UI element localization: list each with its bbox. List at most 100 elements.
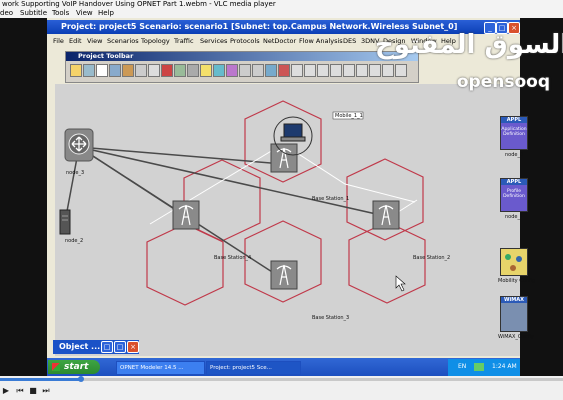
tray-network-icon[interactable] <box>474 363 484 371</box>
cell-hex-6 <box>348 221 426 304</box>
tool-21-icon[interactable] <box>330 64 342 77</box>
profile-definition-label: Profile Definition <box>503 189 525 199</box>
link-router-bs4 <box>78 146 186 217</box>
tool-22-icon[interactable] <box>343 64 355 77</box>
tool-25-icon[interactable] <box>382 64 394 77</box>
object-palette-icon[interactable] <box>109 64 121 77</box>
vlc-menu-view[interactable]: View <box>76 9 93 17</box>
base-station-icons <box>172 143 400 290</box>
mouse-cursor-icon <box>395 275 406 292</box>
wimax-config-label: WiMAX_Config <box>498 334 534 340</box>
object-panel-max-icon[interactable]: □ <box>114 341 126 353</box>
menu-file[interactable]: File <box>53 37 64 45</box>
menu-topology[interactable]: Topology <box>141 37 170 45</box>
hide-graphs-icon[interactable] <box>265 64 277 77</box>
seek-progress <box>0 378 80 381</box>
menu-services[interactable]: Services <box>200 37 227 45</box>
system-tray: EN 1:24 AM <box>448 359 520 376</box>
object-panel-bar[interactable]: Object ... □ □ × <box>53 340 139 354</box>
vlc-menu-subtitle[interactable]: Subtitle <box>20 9 47 17</box>
link-router-bs2 <box>78 146 386 217</box>
network-canvas[interactable]: node_3 node_2 Base Station_1 Base Statio… <box>55 84 535 356</box>
menu-flow-analysis[interactable]: Flow Analysis <box>299 37 343 45</box>
fail-node-icon[interactable] <box>135 64 147 77</box>
router-node <box>64 128 94 162</box>
vlc-window-title: work Supporting VoIP Handover Using OPNE… <box>0 0 563 8</box>
configure-des-icon[interactable] <box>239 64 251 77</box>
project-toolbar-title-bar: Project Toolbar <box>66 52 418 61</box>
vlc-menu-tools[interactable]: Tools <box>52 9 69 17</box>
topology-drawing <box>59 100 426 306</box>
tool-18-icon[interactable] <box>291 64 303 77</box>
opensooq-watermark-latin: opensooq <box>456 72 550 92</box>
view-results-icon[interactable] <box>252 64 264 77</box>
node-0-label: node_0 <box>505 152 524 158</box>
object-panel-restore-icon[interactable]: □ <box>101 341 113 353</box>
recover-node-icon[interactable] <box>148 64 160 77</box>
menu-protocols[interactable]: Protocols <box>230 37 260 45</box>
seek-handle[interactable] <box>78 376 84 382</box>
mobility-config-object[interactable] <box>500 248 528 276</box>
taskbar-project-label: Project: project5 Sce... <box>210 365 272 371</box>
project-toolbar: Project Toolbar <box>65 51 419 83</box>
object-panel-close-icon[interactable]: × <box>127 341 139 353</box>
tool-24-icon[interactable] <box>369 64 381 77</box>
menu-view[interactable]: View <box>87 37 102 45</box>
object-panel-title: Object ... <box>59 342 101 351</box>
node-1-label: node_1 <box>505 214 524 220</box>
deploy-traffic-icon[interactable] <box>213 64 225 77</box>
play-icon[interactable]: ▶ <box>0 386 12 396</box>
taskbar-project[interactable]: Project: project5 Sce... <box>206 361 301 375</box>
vlc-controls: ▶ ⏮ ■ ⏭ <box>0 376 563 400</box>
start-button[interactable]: start <box>48 360 100 374</box>
tool-23-icon[interactable] <box>356 64 368 77</box>
menu-des[interactable]: DES <box>343 37 356 45</box>
server-node <box>59 209 71 235</box>
mobility-config-icon <box>505 254 522 271</box>
previous-icon[interactable]: ⏮ <box>14 386 26 396</box>
server-label: node_2 <box>65 238 84 244</box>
profile-definition-object[interactable]: APPL Profile Definition <box>500 178 528 212</box>
menu-netdoctor[interactable]: NetDoctor <box>263 37 296 45</box>
base-station-1-label: Base Station_1 <box>312 196 350 202</box>
vlc-menu-help[interactable]: Help <box>98 9 114 17</box>
return-to-parent-icon[interactable] <box>161 64 173 77</box>
base-station-4-label: Base Station_4 <box>214 255 252 261</box>
menu-scenarios[interactable]: Scenarios <box>107 37 139 45</box>
mobile-label: Mobile_1_1 <box>335 113 363 119</box>
base-station-2-label: Base Station_2 <box>413 255 451 261</box>
application-definition-object[interactable]: APPL Application Definition <box>500 116 528 150</box>
opensooq-watermark-arabic: السوق المفتوح <box>375 30 563 60</box>
save-icon[interactable] <box>83 64 95 77</box>
wimax-config-object[interactable]: WiMAX <box>500 296 528 332</box>
zoom-icon[interactable] <box>174 64 186 77</box>
configure-traffic-icon[interactable] <box>200 64 212 77</box>
windows-logo-icon <box>52 363 60 371</box>
application-definition-label: Application Definition <box>501 127 527 137</box>
link-router-bs1 <box>78 146 284 165</box>
menu-edit[interactable]: Edit <box>69 37 82 45</box>
stop-icon[interactable]: ■ <box>27 386 39 396</box>
menu-traffic[interactable]: Traffic <box>174 37 194 45</box>
wimax-badge: WiMAX <box>501 297 527 303</box>
tool-26-icon[interactable] <box>395 64 407 77</box>
cell-hex-5 <box>146 223 224 306</box>
open-folder-icon[interactable] <box>70 64 82 77</box>
project-toolbar-title: Project Toolbar <box>78 52 134 60</box>
taskbar-opnet-label: OPNET Modeler 14.5 ... <box>120 365 184 371</box>
check-links-icon[interactable] <box>122 64 134 77</box>
next-icon[interactable]: ⏭ <box>40 386 52 396</box>
seek-bar[interactable] <box>0 376 563 382</box>
run-des-icon[interactable] <box>278 64 290 77</box>
restore-zoom-icon[interactable] <box>187 64 199 77</box>
vlc-menu-video[interactable]: deo <box>0 9 13 17</box>
start-label: start <box>64 362 89 372</box>
router-label: node_3 <box>66 170 85 176</box>
language-indicator[interactable]: EN <box>458 363 466 370</box>
taskbar-opnet-modeler[interactable]: OPNET Modeler 14.5 ... <box>116 361 205 375</box>
print-icon[interactable] <box>96 64 108 77</box>
flow-icon[interactable] <box>226 64 238 77</box>
tool-19-icon[interactable] <box>304 64 316 77</box>
tool-20-icon[interactable] <box>317 64 329 77</box>
clock: 1:24 AM <box>492 363 517 370</box>
